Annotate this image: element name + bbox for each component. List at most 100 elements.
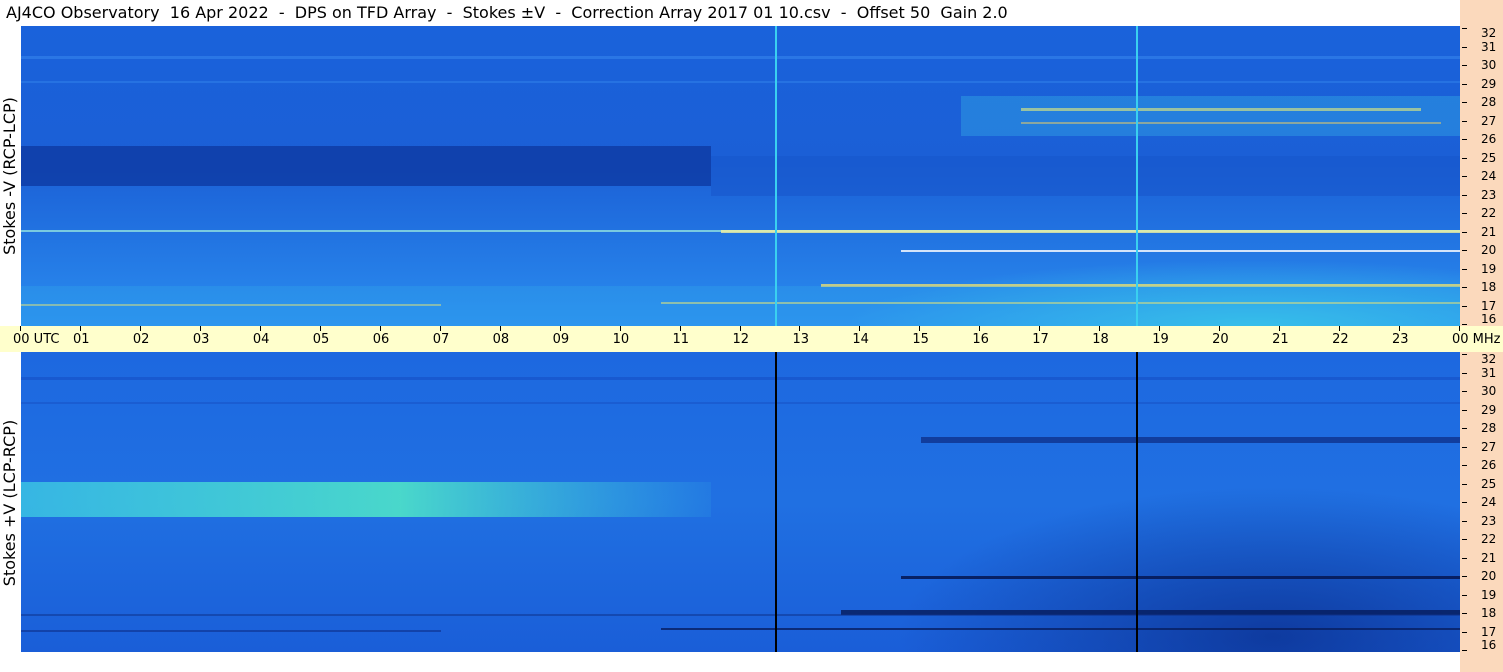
freq-tick-mark xyxy=(1462,465,1467,466)
time-tick-label: 12 xyxy=(732,332,750,347)
freq-tick-mark xyxy=(1462,46,1467,48)
time-tick-mark xyxy=(379,326,381,331)
time-tick-mark xyxy=(1459,326,1460,331)
freq-tick-label: 20 xyxy=(1481,243,1497,257)
bottom-marker-line-2 xyxy=(1136,352,1138,652)
top-marker-line-2 xyxy=(1136,26,1138,326)
freq-tick-mark xyxy=(1462,231,1467,233)
time-tick-mark xyxy=(1159,326,1161,331)
time-tick-mark xyxy=(919,326,921,331)
freq-tick-label: 30 xyxy=(1481,58,1497,72)
freq-tick-label: 31 xyxy=(1481,365,1497,380)
time-tick-label: 14 xyxy=(852,332,869,347)
freq-tick-label: 22 xyxy=(1481,206,1497,220)
time-axis-bar: 00 UTC 01 02 03 04 05 06 07 08 09 10 11 12 13 14 15 16 17… xyxy=(0,326,1503,352)
time-tick-mark xyxy=(619,326,621,331)
freq-tick-mark xyxy=(1462,576,1467,577)
time-tick-mark xyxy=(319,326,321,331)
time-tick-mark xyxy=(979,326,981,331)
freq-tick-label: 23 xyxy=(1481,187,1497,202)
freq-tick-label: 22 xyxy=(1481,532,1497,546)
time-tick-label: 18 xyxy=(1092,332,1109,347)
time-tick-label: 05 xyxy=(312,332,330,347)
freq-tick-label: 29 xyxy=(1481,402,1497,417)
freq-tick-label: 16 xyxy=(1481,312,1497,326)
time-tick-label: 19 xyxy=(1152,332,1169,347)
top-spectrogram[interactable] xyxy=(21,26,1460,326)
time-tick-label: 00 UTC xyxy=(13,332,60,347)
time-tick-mark xyxy=(20,326,21,331)
freq-tick-mark xyxy=(1462,250,1467,251)
time-tick-label: 09 xyxy=(552,332,570,347)
window-title: AJ4CO Observatory 16 Apr 2022 - DPS on T… xyxy=(0,0,1460,26)
time-tick-mark xyxy=(1219,326,1221,331)
time-tick-mark xyxy=(499,326,501,331)
time-tick-label: 17 xyxy=(1032,332,1049,347)
freq-tick-mark xyxy=(1462,305,1467,307)
time-tick-mark xyxy=(739,326,741,331)
freq-tick-mark xyxy=(1462,446,1467,448)
freq-tick-mark xyxy=(1462,83,1467,85)
freq-tick-label: 24 xyxy=(1481,495,1497,509)
time-tick-mark xyxy=(1399,326,1401,331)
freq-tick-mark xyxy=(1462,428,1467,429)
freq-tick-label: 29 xyxy=(1481,76,1497,91)
freq-tick-label: 23 xyxy=(1481,513,1497,528)
time-tick-mark xyxy=(1099,326,1101,331)
time-tick-label: 02 xyxy=(132,332,150,347)
freq-tick-mark xyxy=(1462,372,1467,374)
top-marker-line-1 xyxy=(775,26,777,326)
time-tick-label: 16 xyxy=(972,332,989,347)
freq-tick-label: 26 xyxy=(1481,132,1497,146)
time-tick-label: 23 xyxy=(1392,332,1409,347)
time-tick-mark xyxy=(1039,326,1041,331)
freq-tick-mark xyxy=(1462,176,1467,177)
freq-tick-label: 18 xyxy=(1481,606,1497,620)
freq-tick-label: 21 xyxy=(1481,224,1497,239)
time-tick-mark xyxy=(679,326,681,331)
freq-tick-mark xyxy=(1462,650,1467,651)
time-tick-mark xyxy=(1279,326,1281,331)
time-tick-label: 22 xyxy=(1332,332,1349,347)
bottom-marker-line-1 xyxy=(775,352,777,652)
freq-tick-label: 32 xyxy=(1481,352,1497,366)
time-tick-label: 13 xyxy=(792,332,809,347)
freq-tick-mark xyxy=(1462,391,1467,392)
time-tick-mark xyxy=(259,326,261,331)
time-tick-label: 10 xyxy=(612,332,630,347)
time-tick-label: 21 xyxy=(1272,332,1289,347)
bottom-dark-region xyxy=(711,352,1460,652)
time-tick-label: 03 xyxy=(192,332,210,347)
freq-tick-mark xyxy=(1462,354,1467,355)
bottom-bright-band xyxy=(21,482,711,517)
time-tick-label: 00 MHz xyxy=(1452,332,1501,347)
time-tick-label: 06 xyxy=(372,332,390,347)
freq-tick-mark xyxy=(1462,502,1467,503)
freq-tick-label: 17 xyxy=(1481,624,1497,639)
freq-tick-label: 18 xyxy=(1481,280,1497,294)
freq-tick-mark xyxy=(1462,631,1467,633)
time-tick-label: 11 xyxy=(672,332,690,347)
freq-tick-mark xyxy=(1462,483,1467,485)
freq-tick-mark xyxy=(1462,613,1467,614)
freq-tick-label: 16 xyxy=(1481,638,1497,652)
time-tick-label: 07 xyxy=(432,332,450,347)
bottom-panel-label: Stokes +V (LCP-RCP) xyxy=(0,419,19,587)
freq-tick-mark xyxy=(1462,213,1467,214)
freq-tick-label: 27 xyxy=(1481,113,1497,128)
time-tick-label: 01 xyxy=(72,332,90,347)
freq-tick-mark xyxy=(1462,594,1467,596)
freq-tick-label: 17 xyxy=(1481,298,1497,313)
top-panel-label: Stokes -V (RCP-LCP) xyxy=(0,97,19,255)
bottom-spectrogram[interactable] xyxy=(21,352,1460,652)
time-tick-mark xyxy=(799,326,801,331)
time-tick-label: 08 xyxy=(492,332,510,347)
freq-tick-mark xyxy=(1462,157,1467,159)
freq-tick-label: 28 xyxy=(1481,95,1497,109)
freq-tick-label: 25 xyxy=(1481,150,1497,165)
time-tick-mark xyxy=(859,326,861,331)
time-tick-label: 15 xyxy=(912,332,929,347)
time-tick-mark xyxy=(199,326,201,331)
freq-tick-label: 24 xyxy=(1481,169,1497,183)
time-tick-mark xyxy=(439,326,441,331)
